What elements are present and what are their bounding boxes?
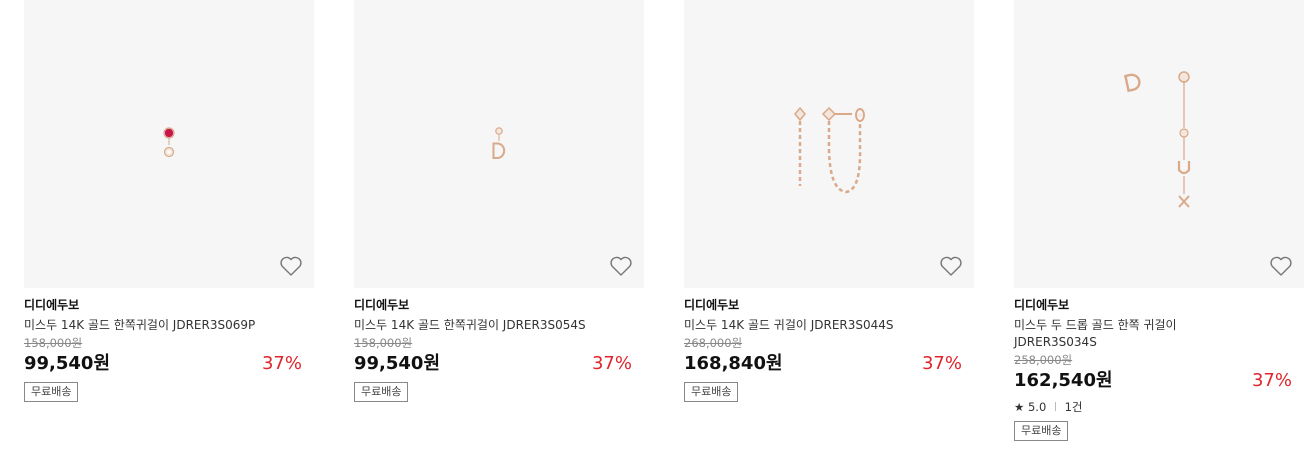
brand-name: 디디에두보	[684, 298, 740, 312]
product-card[interactable]: 디디에두보 미스두 14K 골드 귀걸이 JDRER3S044S 268,000…	[684, 0, 974, 402]
earring-image	[163, 127, 175, 158]
sale-price: 168,840원	[684, 353, 783, 374]
free-shipping-badge: 무료배송	[354, 382, 409, 402]
heart-icon[interactable]	[939, 255, 963, 277]
free-shipping-badge: 무료배송	[684, 382, 739, 402]
earring-image	[1124, 71, 1191, 208]
rating-score: 5.0	[1027, 400, 1047, 414]
product-card[interactable]: 디디에두보 미스두 14K 골드 한쪽귀걸이 JDRER3S054S 158,0…	[354, 0, 644, 402]
brand-name: 디디에두보	[24, 298, 80, 312]
earring-image	[794, 106, 865, 194]
product-name[interactable]: 미스두 14K 골드 귀걸이 JDRER3S044S	[684, 317, 974, 334]
product-image[interactable]	[1014, 0, 1304, 288]
original-price: 158,000원	[354, 336, 413, 350]
product-grid: 디디에두보 미스두 14K 골드 한쪽귀걸이 JDRER3S069P 158,0…	[0, 0, 1308, 462]
original-price: 268,000원	[684, 336, 743, 350]
product-name[interactable]: 미스두 14K 골드 한쪽귀걸이 JDRER3S054S	[354, 317, 644, 334]
rating-row: ★ 5.0 1건	[1014, 399, 1304, 415]
price-row: 99,540원 37%	[354, 352, 644, 376]
star-icon: ★	[1014, 400, 1025, 414]
discount-rate: 37%	[261, 353, 302, 374]
sale-price: 162,540원	[1014, 370, 1113, 391]
review-count[interactable]: 1건	[1065, 400, 1083, 414]
product-name[interactable]: 미스두 두 드롭 골드 한쪽 귀걸이 JDRER3S034S	[1014, 317, 1214, 351]
price-row: 99,540원 37%	[24, 352, 314, 376]
heart-icon[interactable]	[279, 255, 303, 277]
original-price: 158,000원	[24, 336, 83, 350]
original-price: 258,000원	[1014, 353, 1073, 367]
brand-name: 디디에두보	[1014, 298, 1070, 312]
product-name[interactable]: 미스두 14K 골드 한쪽귀걸이 JDRER3S069P	[24, 317, 314, 334]
sale-price: 99,540원	[24, 353, 111, 374]
discount-rate: 37%	[1251, 370, 1292, 391]
free-shipping-badge: 무료배송	[24, 382, 79, 402]
discount-rate: 37%	[591, 353, 632, 374]
earring-image	[492, 127, 506, 159]
price-row: 168,840원 37%	[684, 352, 974, 376]
heart-icon[interactable]	[1269, 255, 1293, 277]
divider	[1054, 402, 1056, 411]
product-image[interactable]	[354, 0, 644, 288]
product-card[interactable]: 디디에두보 미스두 두 드롭 골드 한쪽 귀걸이 JDRER3S034S 258…	[1014, 0, 1304, 441]
heart-icon[interactable]	[609, 255, 633, 277]
discount-rate: 37%	[921, 353, 962, 374]
brand-name: 디디에두보	[354, 298, 410, 312]
product-image[interactable]	[24, 0, 314, 288]
free-shipping-badge: 무료배송	[1014, 421, 1069, 441]
product-image[interactable]	[684, 0, 974, 288]
price-row: 162,540원 37%	[1014, 369, 1304, 393]
sale-price: 99,540원	[354, 353, 441, 374]
product-card[interactable]: 디디에두보 미스두 14K 골드 한쪽귀걸이 JDRER3S069P 158,0…	[24, 0, 314, 402]
